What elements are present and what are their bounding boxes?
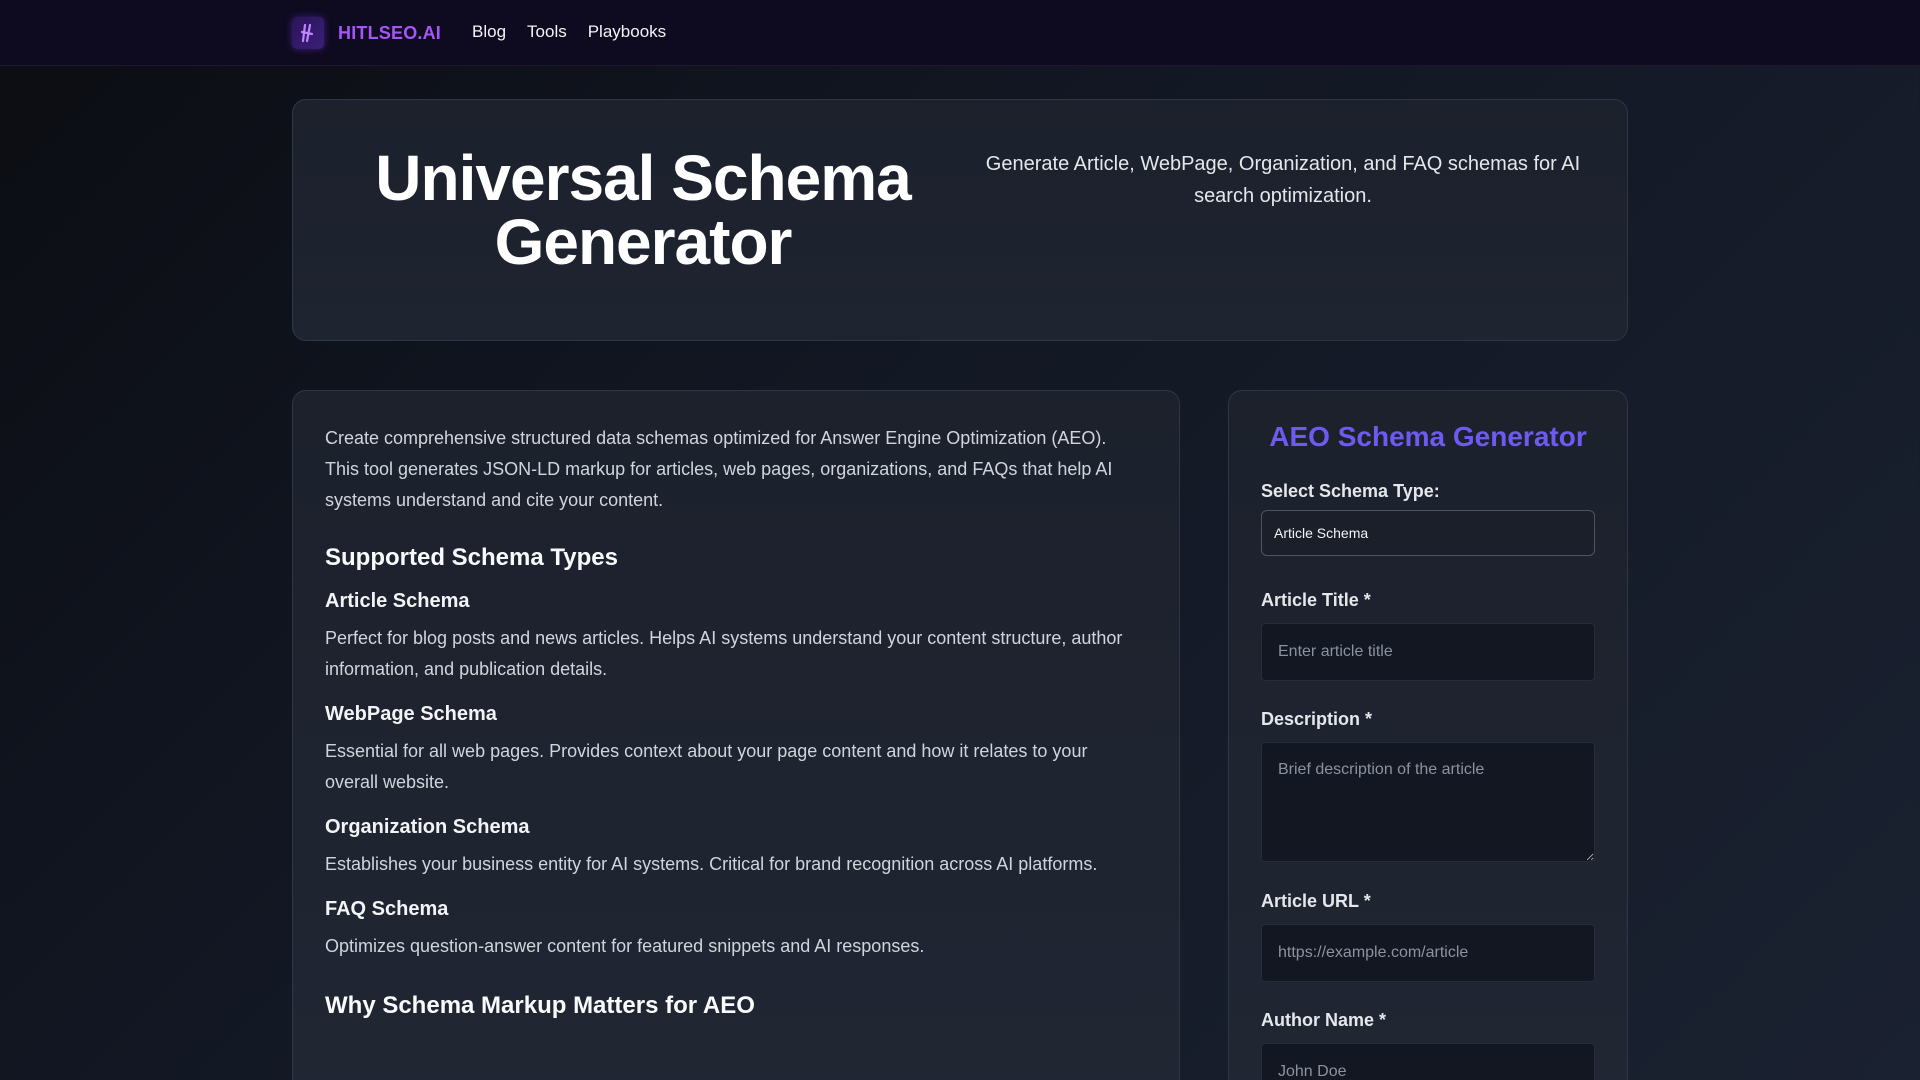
why-schema-heading: Why Schema Markup Matters for AEO [325,992,755,1019]
schema-type-label: Select Schema Type: [1261,481,1440,501]
type-heading-webpage: WebPage Schema [325,703,497,725]
article-title-label: Article Title * [1261,590,1371,610]
schema-form-card: AEO Schema Generator Select Schema Type:… [1228,390,1628,1080]
type-heading-faq: FAQ Schema [325,898,449,920]
hero-card: Universal Schema Generator Generate Arti… [292,99,1628,341]
nav-link-playbooks[interactable]: Playbooks [588,22,666,42]
hero-description: Generate Article, WebPage, Organization,… [985,153,1581,207]
lightning-logo-icon [292,17,324,49]
schema-type-selected-value: Article Schema [1274,525,1369,541]
article-url-label: Article URL * [1261,891,1371,911]
article-url-input[interactable] [1261,924,1595,982]
schema-type-select[interactable]: Article Schema [1261,510,1595,556]
supported-types-heading: Supported Schema Types [325,544,618,571]
content-card: Create comprehensive structured data sch… [292,390,1180,1080]
nav-link-blog[interactable]: Blog [472,22,506,42]
top-navbar: HITLSEO.AI Blog Tools Playbooks [0,0,1920,66]
type-heading-organization: Organization Schema [325,816,530,838]
author-name-input[interactable] [1261,1043,1595,1080]
article-title-input[interactable] [1261,623,1595,681]
brand[interactable]: HITLSEO.AI [292,17,441,49]
type-desc-webpage: Essential for all web pages. Provides co… [325,741,1088,792]
type-heading-article: Article Schema [325,590,470,612]
form-title: AEO Schema Generator [1269,421,1587,452]
page-title: Universal Schema Generator [375,142,911,278]
type-desc-article: Perfect for blog posts and news articles… [325,628,1123,679]
nav-links: Blog Tools Playbooks [472,22,666,42]
description-textarea[interactable] [1261,742,1595,862]
type-desc-organization: Establishes your business entity for AI … [325,854,1098,874]
description-label: Description * [1261,709,1373,729]
type-desc-faq: Optimizes question-answer content for fe… [325,936,925,956]
author-name-label: Author Name * [1261,1010,1387,1030]
nav-link-tools[interactable]: Tools [527,22,567,42]
brand-name[interactable]: HITLSEO.AI [338,23,441,44]
intro-paragraph: Create comprehensive structured data sch… [325,428,1113,510]
